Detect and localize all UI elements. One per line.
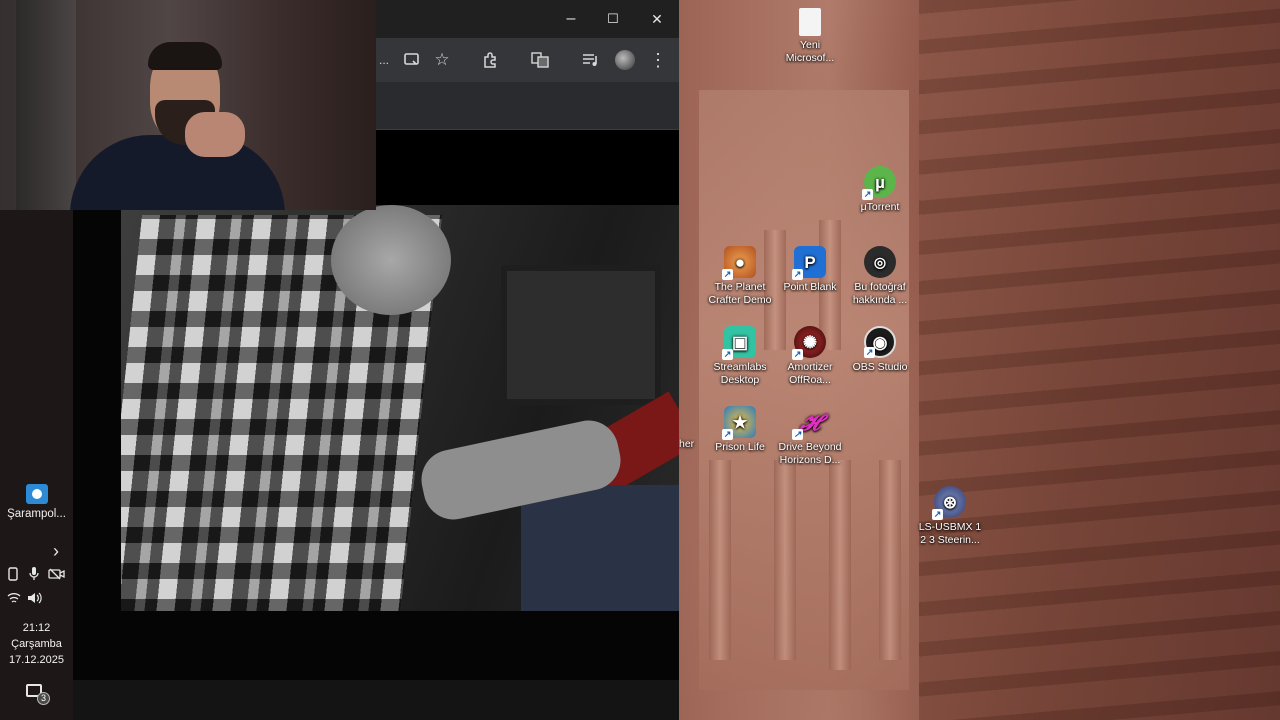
streamlabs-icon: ▣ ↗ — [722, 326, 756, 360]
desktop-icon-label: Amortizer OffRoa... — [787, 361, 833, 386]
desktop-icon-label: The Planet Crafter Demo — [708, 281, 772, 306]
taskbar-app-label: Şarampol... — [7, 508, 66, 520]
taskbar-clock[interactable]: 21:12 Çarşamba 17.12.2025 — [0, 620, 73, 668]
desktop-icon-amortizer[interactable]: ✺ ↗ Amortizer OffRoa... — [775, 326, 845, 387]
desktop-icon-label: LS-USBMX 1 2 3 Steerin... — [918, 521, 982, 546]
desktop-icon-photo-info[interactable]: ◎ Bu fotoğraf hakkında ... — [845, 246, 915, 307]
desktop-icon-prison-life[interactable]: ★ ↗ Prison Life — [705, 406, 775, 454]
camera-info-icon: ◎ — [864, 246, 896, 278]
desktop-icon-planet-crafter[interactable]: ● ↗ The Planet Crafter Demo — [705, 246, 775, 307]
video-controls-area — [73, 680, 679, 720]
desktop-icon-point-blank[interactable]: P ↗ Point Blank — [775, 246, 845, 294]
desktop-icon-label: Point Blank — [783, 281, 837, 293]
desktop-icon-label: μTorrent — [860, 201, 900, 213]
wifi-icon[interactable] — [6, 590, 22, 606]
volume-icon[interactable] — [26, 590, 44, 606]
webcam-person-hair — [148, 42, 222, 70]
video-scene-monitor — [501, 265, 661, 405]
desktop-icon-utorrent[interactable]: µ ↗ μTorrent — [845, 166, 915, 214]
close-button[interactable]: ✕ — [642, 6, 672, 32]
wallpaper-column — [774, 460, 796, 660]
chevron-right-icon[interactable]: › — [48, 541, 64, 561]
media-queue-icon[interactable] — [579, 48, 603, 72]
desktop-icon-obs[interactable]: ◉ ↗ OBS Studio — [845, 326, 915, 374]
video-scene-jacket — [521, 485, 679, 611]
webcam-overlay — [0, 0, 376, 210]
clock-date: 17.12.2025 — [8, 654, 65, 666]
kebab-menu-icon[interactable]: ⋮ — [646, 48, 670, 72]
webcam-door — [16, 0, 76, 210]
desktop-icon-yeni-microsoft[interactable]: Yeni Microsof... — [775, 8, 845, 65]
desktop-icon-partial-label: her — [679, 438, 699, 451]
amortizer-icon: ✺ ↗ — [792, 326, 826, 360]
wallpaper-column — [829, 460, 851, 670]
video-scene-head — [331, 205, 451, 315]
wallpaper-column — [879, 460, 901, 660]
browser-toolbar: ... ☆ ⋮ — [376, 38, 679, 82]
desktop-icon-label: Yeni Microsof... — [785, 39, 835, 64]
webcam-person-hand — [185, 112, 245, 157]
cast-icon[interactable] — [400, 48, 424, 72]
taskbar-pinned-app[interactable]: Şarampol... — [0, 484, 73, 520]
desktop-icon-label: Streamlabs Desktop — [713, 361, 767, 386]
extensions-icon[interactable] — [478, 48, 502, 72]
prison-life-icon: ★ ↗ — [722, 406, 756, 440]
bookmarks-bar — [376, 82, 679, 130]
steering-wheel-icon: ⊛ ↗ — [932, 486, 966, 520]
weather-app-icon — [25, 484, 48, 504]
maximize-button[interactable]: ☐ — [598, 6, 628, 32]
bookmark-star-icon[interactable]: ☆ — [430, 48, 454, 72]
obs-icon: ◉ ↗ — [864, 326, 896, 358]
desktop-icon-drive-beyond[interactable]: 𝓗 ↗ Drive Beyond Horizons D... — [775, 406, 845, 467]
notification-center-button[interactable]: 3 — [26, 684, 50, 705]
wallpaper-cliff — [919, 0, 1280, 720]
point-blank-icon: P ↗ — [792, 246, 826, 280]
drive-beyond-icon: 𝓗 ↗ — [792, 409, 820, 440]
desktop-icon-label: Drive Beyond Horizons D... — [778, 441, 842, 466]
camera-off-icon[interactable] — [47, 566, 67, 582]
desktop-icon-label: Prison Life — [715, 441, 765, 453]
desktop-icon-label: her — [679, 438, 695, 450]
notification-count-badge: 3 — [37, 692, 50, 705]
clock-day: Çarşamba — [11, 638, 62, 650]
desktop-icon-label: OBS Studio — [852, 361, 908, 373]
wallpaper-column — [709, 460, 731, 660]
desktop-icon-ls-usbmx[interactable]: ⊛ ↗ LS-USBMX 1 2 3 Steerin... — [915, 486, 985, 547]
browser-titlebar: – ☐ ✕ — [376, 0, 679, 38]
profile-icon[interactable] — [613, 48, 637, 72]
utorrent-icon: µ ↗ — [862, 166, 896, 200]
desktop-icon-label: Bu fotoğraf hakkında ... — [852, 281, 908, 306]
microphone-icon[interactable] — [26, 566, 42, 582]
translate-icon[interactable] — [528, 48, 552, 72]
device-icon[interactable] — [5, 566, 21, 582]
video-frame[interactable] — [121, 205, 679, 611]
planet-crafter-icon: ● ↗ — [722, 246, 756, 280]
document-icon — [799, 8, 821, 36]
desktop-icon-streamlabs[interactable]: ▣ ↗ Streamlabs Desktop — [705, 326, 775, 387]
minimize-button[interactable]: – — [556, 6, 586, 32]
clock-time: 21:12 — [22, 622, 51, 634]
